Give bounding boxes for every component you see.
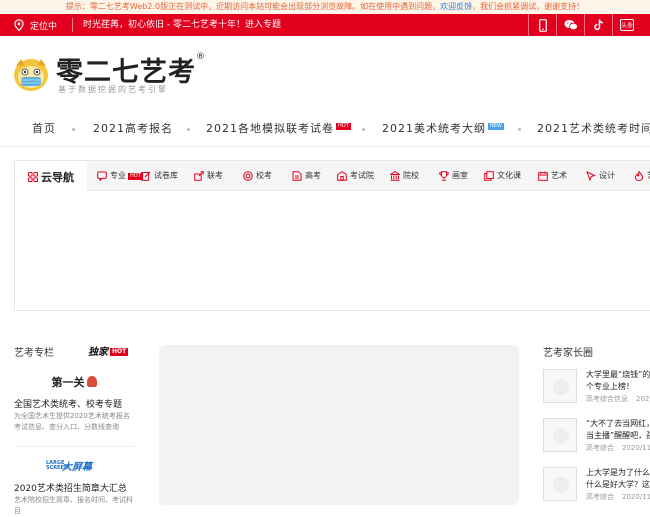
cloud-item-art-more[interactable]: 艺 xyxy=(634,161,650,191)
cloud-item-colleges[interactable]: 院校 xyxy=(390,161,419,191)
cloud-item-design[interactable]: 设计 xyxy=(586,161,615,191)
mascot-logo-icon xyxy=(14,59,48,91)
tiktok-icon[interactable] xyxy=(584,14,612,36)
location-label: 定位中 xyxy=(30,21,58,32)
banner-carousel[interactable] xyxy=(159,345,519,505)
cloud-nav-bar: 云导航 专业 HOT 试卷库 联考 校考 高考 考试院 院校 画室 文化课 艺术… xyxy=(15,161,650,192)
flame-icon xyxy=(634,171,644,181)
cloud-nav-panel: 云导航 专业 HOT 试卷库 联考 校考 高考 考试院 院校 画室 文化课 艺术… xyxy=(14,160,650,311)
nav-separator xyxy=(72,128,75,131)
cloud-item-gaokao[interactable]: 高考 xyxy=(292,161,321,191)
news-item[interactable]: 上大学是为了什么？什么是好大学？这是我见过最好的 高考综合2020/11/ xyxy=(543,467,650,503)
news-thumbnail xyxy=(543,418,577,452)
cloud-item-art[interactable]: 艺术 xyxy=(538,161,567,191)
admission-guide-title[interactable]: 2020艺术类招生简章大汇总 xyxy=(14,481,127,494)
parents-circle-title: 艺考家长圈 xyxy=(543,348,593,359)
nav-separator xyxy=(362,128,365,131)
share-icon xyxy=(194,171,204,181)
mobile-icon[interactable] xyxy=(528,14,556,36)
anniversary-link[interactable]: 时光荏苒，初心依旧 - 零二七艺考十年！进入专题 xyxy=(83,14,281,36)
cloud-item-culture[interactable]: 文化课 xyxy=(484,161,521,191)
exam-topic-title[interactable]: 全国艺术类统考、校考专题 xyxy=(14,397,122,410)
cloud-item-exam-authority[interactable]: 考试院 xyxy=(337,161,374,191)
calendar-icon xyxy=(538,171,548,181)
feedback-link[interactable]: 欢迎反馈 xyxy=(440,2,472,11)
news-meta: 高考综合信息2020/11/ xyxy=(586,395,650,403)
wechat-icon[interactable] xyxy=(556,14,584,36)
notice-bar: 提示：零二七艺考Web2.0版正在测试中，近期访问本站可能会出现部分浏览故障。如… xyxy=(0,0,650,14)
news-item[interactable]: “大不了去当网红，当主播”醒醒吧，孩子 高考综合2020/11/ xyxy=(543,418,650,454)
nav-mock-exam[interactable]: 2021各地模拟联考试卷 HOT xyxy=(206,118,351,140)
document-icon xyxy=(292,171,302,181)
new-badge: NEW xyxy=(488,123,504,130)
toutiao-text: 头条 xyxy=(620,22,632,30)
toutiao-icon[interactable]: 头条 xyxy=(612,14,640,36)
news-thumbnail xyxy=(543,467,577,501)
notice-text: 提示：零二七艺考Web2.0版正在测试中，近期访问本站可能会出现部分浏览故障。如… xyxy=(65,2,441,11)
nav-art-exam-time[interactable]: 2021艺术类统考时间 xyxy=(537,118,650,140)
cloud-item-papers[interactable]: 试卷库 xyxy=(141,161,178,191)
location-button[interactable]: 定位中 xyxy=(14,14,57,36)
news-title: 上大学是为了什么？什么是好大学？这是我见过最好的 xyxy=(586,468,650,489)
logo-tagline: 基于数据挖掘的艺考引擎 xyxy=(58,85,168,94)
main-nav: 首页 2021高考报名 2021各地模拟联考试卷 HOT 2021美术统考大纲 NE… xyxy=(0,118,650,140)
news-title: 大学里最“烧钱”的几个专业上榜！ xyxy=(586,370,650,391)
cloud-item-major[interactable]: 专业 HOT xyxy=(97,161,143,191)
exclusive-badge: 独家 HOT xyxy=(88,347,129,358)
news-thumbnail xyxy=(543,369,577,403)
location-pin-icon xyxy=(14,19,24,31)
target-icon xyxy=(243,171,253,181)
hot-badge: HOT xyxy=(336,123,351,130)
nav-home[interactable]: 首页 xyxy=(32,118,56,140)
first-pass-logo: 第一关 xyxy=(14,374,134,390)
top-bar: 定位中 时光荏苒，初心依旧 - 零二七艺考十年！进入专题 头条 xyxy=(0,14,650,36)
divider xyxy=(72,18,73,32)
cloud-item-school-exam[interactable]: 校考 xyxy=(243,161,272,191)
nav-gaokao-signup[interactable]: 2021高考报名 xyxy=(93,118,173,140)
cloud-nav-title: 云导航 xyxy=(15,161,87,192)
grid-icon xyxy=(28,171,38,182)
copy-icon xyxy=(484,171,494,181)
ribbon-icon xyxy=(86,376,97,387)
divider xyxy=(14,446,134,447)
cursor-icon xyxy=(586,171,596,181)
large-screen-logo: LARGE SCREEN大屏幕 xyxy=(46,460,92,474)
nav-separator xyxy=(518,128,521,131)
news-title: “大不了去当网红，当主播”醒醒吧，孩子 xyxy=(586,419,650,440)
cloud-item-joint-exam[interactable]: 联考 xyxy=(194,161,223,191)
trophy-icon xyxy=(439,171,449,181)
building-icon xyxy=(337,171,347,181)
notice-tail: ，我们会抓紧调试，谢谢支持！ xyxy=(472,2,585,11)
message-icon xyxy=(97,171,107,181)
bank-icon xyxy=(390,171,400,181)
nav-art-outline[interactable]: 2021美术统考大纲 NEW xyxy=(382,118,504,140)
news-meta: 高考综合2020/11/ xyxy=(586,493,650,501)
exam-topic-desc: 为全国艺术生提供2020艺术统考报名考试信息、查分入口、分数线查询 xyxy=(14,412,130,431)
column-title: 艺考专栏 xyxy=(14,348,54,359)
nav-separator xyxy=(187,128,190,131)
social-icons: 头条 xyxy=(528,14,640,36)
cloud-item-studio[interactable]: 画室 xyxy=(439,161,468,191)
news-item[interactable]: 大学里最“烧钱”的几个专业上榜！ 高考综合信息2020/11/ xyxy=(543,369,650,405)
news-meta: 高考综合2020/11/ xyxy=(586,444,650,452)
edit-icon xyxy=(141,171,151,181)
admission-guide-desc: 艺术院校招生简章、报名时间、考试科目 xyxy=(14,496,133,515)
registered-mark: ® xyxy=(196,52,206,62)
nav-divider xyxy=(0,146,650,147)
hot-badge: HOT xyxy=(110,348,129,356)
site-logo[interactable]: 零二七艺考® 基于数据挖掘的艺考引擎 xyxy=(12,50,222,98)
